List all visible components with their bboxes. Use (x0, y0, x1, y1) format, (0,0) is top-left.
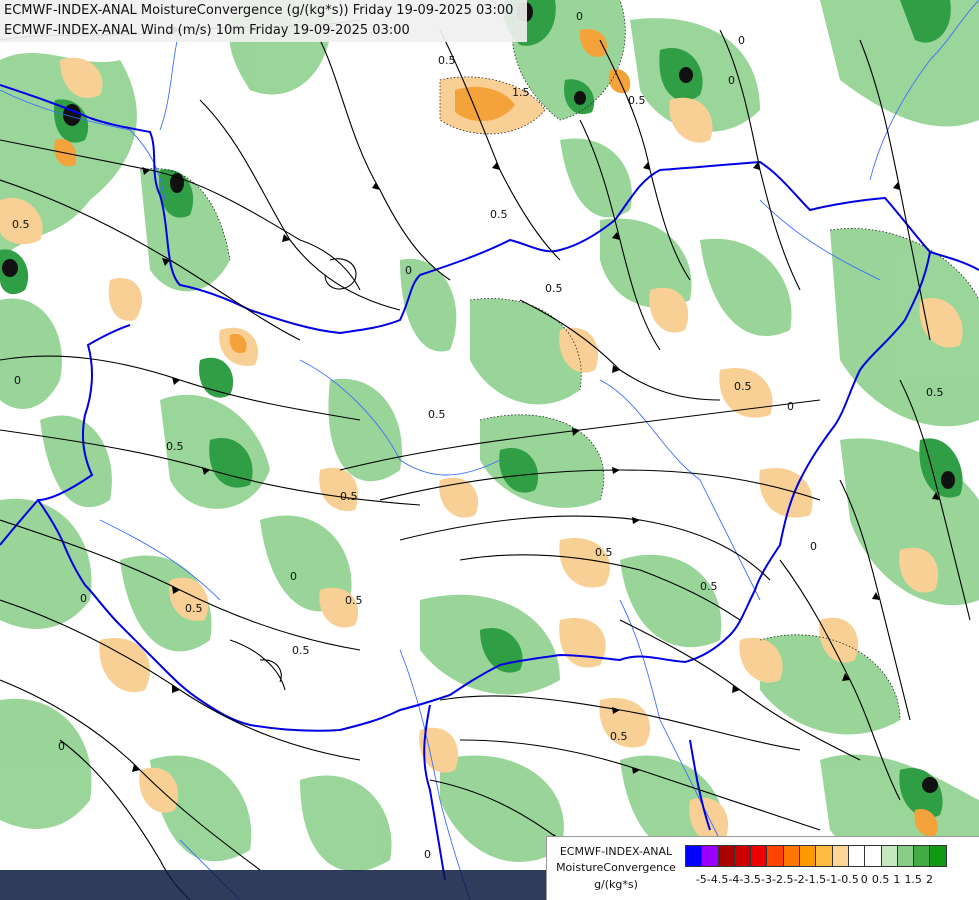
contour-label: 0 (424, 848, 431, 861)
legend-swatch (733, 845, 752, 867)
legend-tick-label: -2.5 (772, 873, 794, 886)
contour-label: 0.5 (545, 282, 563, 295)
contour-label: 0.5 (12, 218, 30, 231)
contour-label: 0.5 (700, 580, 718, 593)
title-box: ECMWF-INDEX-ANAL MoistureConvergence (g/… (0, 0, 527, 42)
contour-label: 0 (728, 74, 735, 87)
contour-label: 0.5 (926, 386, 944, 399)
legend-tick-label: 1 (893, 873, 901, 886)
legend-tick-label: 0 (860, 873, 868, 886)
moisture-convergence-map: 0.5 1.5 0.5 0.5 0.5 0.5 0.5 0.5 0.5 0.5 … (0, 0, 979, 900)
legend-tick-label: -4 (728, 873, 740, 886)
contour-label: 0.5 (185, 602, 203, 615)
contour-label: 0.5 (340, 490, 358, 503)
legend-swatch (847, 845, 866, 867)
legend-swatches (685, 845, 947, 867)
legend-swatch (913, 845, 931, 867)
contour-label: 0 (290, 570, 297, 583)
contour-label: 0.5 (610, 730, 628, 743)
contour-label: 0.5 (345, 594, 363, 607)
contour-label: 0.5 (428, 408, 446, 421)
contour-label: 0.5 (292, 644, 310, 657)
contour-label: 0.5 (628, 94, 646, 107)
title-wind: ECMWF-INDEX-ANAL Wind (m/s) 10m Friday 1… (4, 23, 410, 38)
legend-swatch (864, 845, 882, 867)
contour-label: 0 (80, 592, 87, 605)
legend-tick-label: 2 (926, 873, 933, 886)
contour-label: 0 (405, 264, 412, 277)
legend-variable-label: MoistureConvergence (556, 861, 676, 874)
legend-tick-label: -2 (793, 873, 805, 886)
contour-label: 0.5 (166, 440, 184, 453)
legend-tick-label: 0.5 (871, 873, 890, 886)
legend-unit-label: g/(kg*s) (594, 878, 638, 891)
legend-tick-label: -4.5 (706, 873, 729, 886)
legend-model-label: ECMWF-INDEX-ANAL (559, 845, 673, 858)
contour-label: 0 (14, 374, 21, 387)
legend-swatch (766, 845, 784, 867)
legend-tick-label: -1 (826, 873, 838, 886)
contour-label: 0 (58, 740, 65, 753)
legend-tick-label: -3.5 (739, 873, 761, 886)
contour-label: 0 (738, 34, 745, 47)
legend-swatch (880, 845, 898, 867)
contour-label: 0 (810, 540, 817, 553)
legend-tick-label: 1.5 (904, 873, 922, 886)
legend-ticks: -5 -4.5 -4 -3.5 -3 -2.5 -2 -1.5 -1 -0.5 0 0.5 1 1.5 2 (685, 873, 975, 889)
legend-swatch (831, 845, 849, 867)
title-moisture-convergence: ECMWF-INDEX-ANAL MoistureConvergence (g/… (4, 3, 514, 18)
legend-swatch (685, 845, 703, 867)
contour-label: 0 (576, 10, 583, 23)
legend-swatch (799, 845, 817, 867)
contour-label: 0.5 (490, 208, 508, 221)
legend-swatch (701, 845, 719, 867)
color-legend: ECMWF-INDEX-ANAL MoistureConvergence g/(… (546, 836, 979, 900)
legend-tick-label: -5 (695, 873, 707, 886)
legend-swatch (815, 845, 833, 867)
legend-swatch (750, 845, 768, 867)
legend-swatch (896, 845, 915, 867)
map-edge-shade (0, 870, 546, 900)
legend-tick-label: -0.5 (837, 873, 859, 886)
legend-swatch (782, 845, 801, 867)
contour-label: 0 (787, 400, 794, 413)
legend-swatch (929, 845, 947, 867)
legend-tick-label: -1.5 (804, 873, 827, 886)
contour-label: 0.5 (734, 380, 752, 393)
legend-tick-label: -3 (761, 873, 772, 886)
contour-label: 0.5 (595, 546, 613, 559)
legend-swatch (717, 845, 735, 867)
contour-label: 1.5 (512, 86, 530, 99)
contour-label: 0.5 (438, 54, 456, 67)
